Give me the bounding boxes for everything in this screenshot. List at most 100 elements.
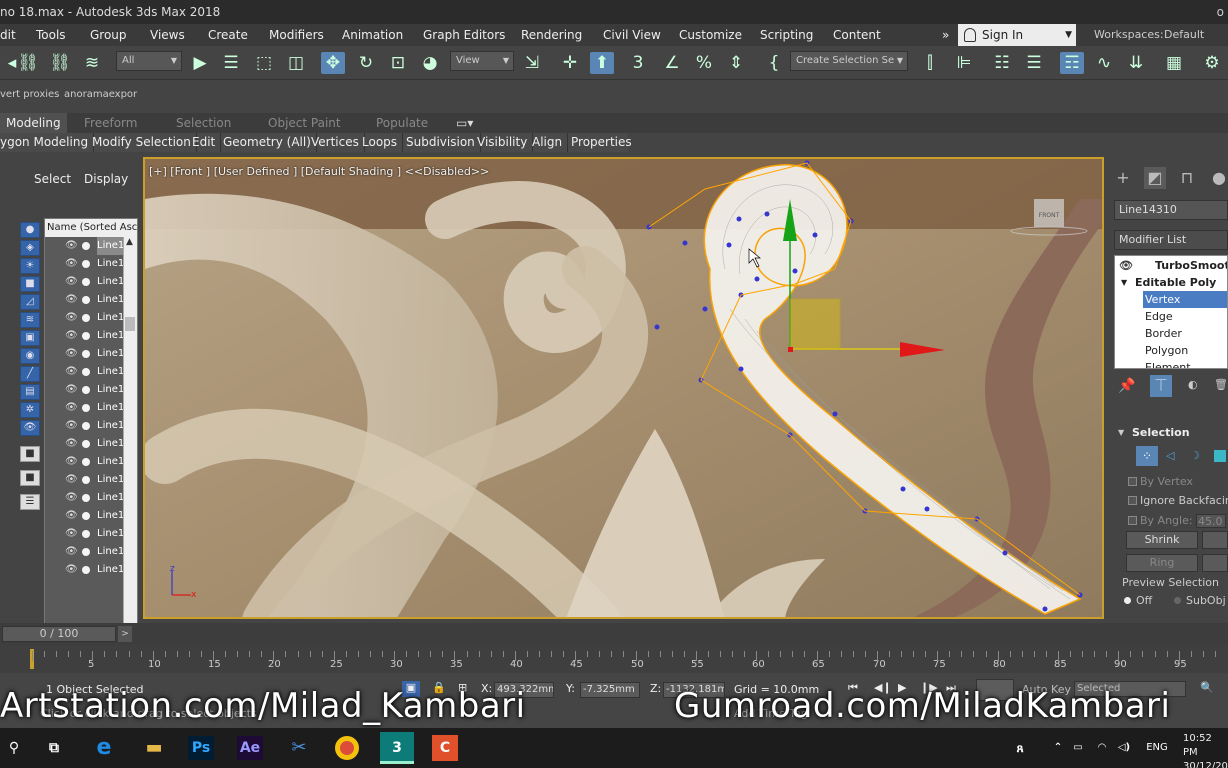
hierarchy-tab-icon[interactable]: ⊓ [1176,167,1198,189]
list-item[interactable]: 👁 Line1 [45,489,124,507]
loop-button[interactable] [1202,554,1228,572]
vertical-scrollbar[interactable]: ▲ ▼ [123,237,137,633]
search-icon[interactable]: ⚲ [0,734,28,762]
list-item[interactable]: 👁 Line1 [45,345,124,363]
modify-tab-icon[interactable]: ◩ [1144,167,1166,189]
viewport-front[interactable]: FRONT z x [+] [Front ] [User Defined ] [… [143,157,1104,619]
list-item[interactable]: 👁 Line1 [45,561,124,579]
menu-customize[interactable]: Customize [679,24,742,46]
polygon-mode-icon[interactable] [1214,450,1226,462]
modifier-list-dropdown[interactable]: Modifier List [1114,230,1228,250]
render-dot-icon[interactable] [82,422,90,430]
sign-in-button[interactable]: Sign In ▼ [958,24,1076,46]
ref-coord-dropdown[interactable]: View ▼ [450,51,514,71]
3dsmax-taskbar-icon[interactable]: 3 [380,732,414,764]
eye-icon[interactable]: 👁 [65,273,78,291]
name-column-header[interactable]: Name (Sorted Asce [45,219,137,237]
eye-icon[interactable]: 👁 [65,507,78,525]
panel-vertices[interactable]: Vertices [311,133,365,152]
stack-item-edge[interactable]: Edge [1115,308,1227,325]
menu-modifiers[interactable]: Modifiers [269,24,324,46]
invert-display-icon[interactable]: ■ [20,470,40,486]
place-icon[interactable]: ◕ [418,52,442,74]
eye-icon[interactable]: 👁 [65,255,78,273]
display-all-icon[interactable]: 👁 [20,420,40,436]
percent-snap-icon[interactable]: % [692,52,716,74]
stack-item-polygon[interactable]: Polygon [1115,342,1227,359]
edge-mode-icon[interactable]: ◁ [1166,449,1174,462]
tab-freeform[interactable]: Freeform [84,113,137,133]
after-effects-icon[interactable]: Ae [237,736,263,760]
render-dot-icon[interactable] [82,440,90,448]
eye-icon[interactable]: 👁 [65,525,78,543]
panel-modify-selection[interactable]: Modify Selection [92,133,197,152]
tab-populate[interactable]: Populate [376,113,428,133]
eye-icon[interactable]: 👁 [65,237,78,255]
render-dot-icon[interactable] [82,530,90,538]
render-setup-icon[interactable]: ⚙ [1200,52,1224,74]
window-crossing-icon[interactable]: ◫ [284,52,308,74]
motion-tab-icon[interactable]: ● [1208,167,1228,189]
tab-select[interactable]: Select [34,172,71,186]
list-item[interactable]: 👁 Line1 [45,291,124,309]
ribbon-options-icon[interactable]: ▭▾ [456,113,473,133]
ribbon-toggle-icon[interactable]: ☶ [1060,52,1084,74]
menu-overflow[interactable]: » [942,24,949,46]
stack-item-border[interactable]: Border [1115,325,1227,342]
align-icon[interactable]: ⊫ [952,52,976,74]
render-dot-icon[interactable] [82,368,90,376]
eye-icon[interactable]: 👁 [65,363,78,381]
helper-filter-icon[interactable]: ◿ [20,294,40,310]
file-explorer-icon[interactable]: ▬ [140,734,168,762]
panel-properties[interactable]: Properties [571,133,637,152]
menu-views[interactable]: Views [150,24,185,46]
volume-icon[interactable]: ◁) [1110,734,1138,762]
layer-explorer-icon[interactable]: ☰ [1022,52,1046,74]
render-dot-icon[interactable] [82,494,90,502]
spacewarp-filter-icon[interactable]: ≋ [20,312,40,328]
render-dot-icon[interactable] [82,332,90,340]
pivot-center-icon[interactable]: ⇲ [520,52,544,74]
panel-visibility[interactable]: Visibility [477,133,534,152]
list-item[interactable]: 👁 Line1 [45,399,124,417]
camera-filter-icon[interactable]: ■ [20,276,40,292]
stack-item-turbosmooth[interactable]: 👁 TurboSmoot [1115,257,1227,274]
vertex-mode-icon[interactable]: ⁘ [1136,446,1158,466]
render-dot-icon[interactable] [82,260,90,268]
link-icon[interactable]: ⛓ [16,52,40,74]
by-angle-checkbox[interactable] [1128,516,1137,525]
display-none-icon[interactable]: ■ [20,446,40,462]
eye-icon[interactable]: 👁 [65,435,78,453]
list-item[interactable]: 👁 Line1 [45,417,124,435]
off-radio[interactable] [1124,597,1131,604]
menu-graph-editors[interactable]: Graph Editors [423,24,505,46]
object-name-field[interactable]: Line14310 [1114,200,1228,220]
eye-icon[interactable]: 👁 [65,327,78,345]
xref-filter-icon[interactable]: ◉ [20,348,40,364]
select-by-name-icon[interactable]: ☰ [219,52,243,74]
edit-named-sets-icon[interactable]: { [762,52,786,74]
list-item[interactable]: 👁 Line1 [45,525,124,543]
viewport-label[interactable]: [+] [Front ] [User Defined ] [Default Sh… [149,165,489,178]
shrink-button[interactable]: Shrink [1126,531,1198,549]
unlink-icon[interactable]: ⛓ [48,52,72,74]
panel-subdivision[interactable]: Subdivision [406,133,481,152]
menu-scripting[interactable]: Scripting [760,24,813,46]
tab-modeling[interactable]: Modeling [0,113,67,133]
angle-snap-icon[interactable]: ∠ [660,52,684,74]
close-icon[interactable]: o [1217,0,1224,24]
border-mode-icon[interactable]: ☽ [1190,449,1200,462]
rect-selection-icon[interactable]: ⬚ [252,52,276,74]
next-frame-icon[interactable]: > [118,626,132,642]
eye-icon[interactable]: 👁 [65,291,78,309]
eye-icon[interactable]: 👁 [65,489,78,507]
eye-icon[interactable]: 👁 [65,543,78,561]
list-item[interactable]: 👁 Line1 [45,507,124,525]
create-tab-icon[interactable]: + [1112,167,1134,189]
gizmo-center[interactable] [788,347,793,352]
bone-filter-icon[interactable]: ╱ [20,366,40,382]
selection-filter-dropdown[interactable]: All ▼ [116,51,182,71]
panel-align[interactable]: Align [532,133,569,152]
schematic-view-icon[interactable]: ⇊ [1124,52,1148,74]
tab-object-paint[interactable]: Object Paint [268,113,341,133]
